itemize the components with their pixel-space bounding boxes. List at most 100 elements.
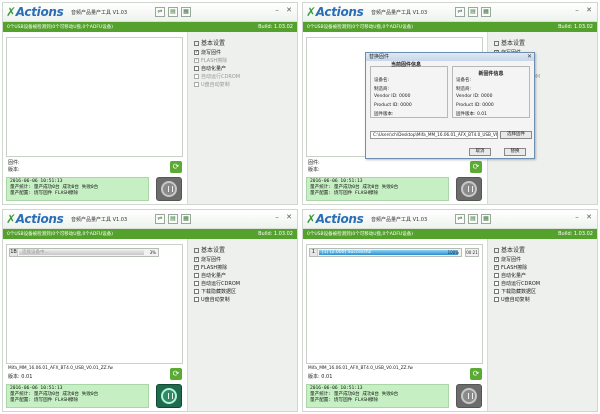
close-icon[interactable]: ✕ bbox=[285, 213, 293, 221]
document-icon[interactable]: ▤ bbox=[168, 214, 178, 224]
log-panel: 2016-06-06 10:51:13 量产统计: 量产成功0台 成功0台 失败… bbox=[306, 384, 449, 408]
settings-panel: 基本设置 ✓烧写固件 ✓FLASH擦除 自动化量产 自动运行CDROM U盘自动… bbox=[187, 32, 297, 204]
checkbox[interactable] bbox=[494, 280, 499, 286]
refresh-icon[interactable]: ⟳ bbox=[470, 368, 482, 380]
option-hidden-data[interactable]: 下载隐藏数据区 bbox=[194, 287, 240, 295]
option-auto-cdrom[interactable]: 自动运行CDROM bbox=[494, 279, 540, 287]
checkbox[interactable] bbox=[494, 296, 499, 302]
settings-panel: 基本设置 ✓ 烧写固件 ✓ FLASH擦除 自动化量产 自动运行CDROM 下载隐藏… bbox=[187, 239, 297, 411]
refresh-icon[interactable]: ⟳ bbox=[470, 161, 482, 173]
usb-icon[interactable]: ⇌ bbox=[155, 214, 165, 224]
option-udisk-copy[interactable]: U盘自动复制 bbox=[494, 295, 540, 303]
settings-icon[interactable]: ▦ bbox=[181, 214, 191, 224]
close-icon[interactable]: ✕ bbox=[585, 213, 593, 221]
app-window-success: ✗Actions 音频产品量产工具 V1.03 ⇌ ▤ ▦ – ✕ 0个USB设… bbox=[302, 209, 598, 412]
current-firmware-box: 当前固件信息 设备名: 制造商: Vendor ID: 0000 Product… bbox=[370, 62, 448, 118]
close-icon[interactable]: ✕ bbox=[285, 6, 293, 14]
option-hidden-data[interactable]: 下载隐藏数据区 bbox=[494, 287, 540, 295]
firmware-path-field[interactable]: C:\Users\ch\Desktop\Mifa_MM_16.06.01_AFX… bbox=[370, 131, 498, 139]
document-icon[interactable]: ▤ bbox=[168, 7, 178, 17]
option-flash-erase[interactable]: ✓FLASH擦除 bbox=[194, 56, 240, 64]
close-icon[interactable]: ✕ bbox=[585, 6, 593, 14]
option-auto-produce[interactable]: 自动化量产 bbox=[194, 64, 240, 72]
browse-firmware-button[interactable]: 选择固件 bbox=[500, 131, 532, 139]
field-device-name: 设备名: bbox=[374, 78, 390, 83]
usb-icon[interactable]: ⇌ bbox=[455, 214, 465, 224]
minimize-icon[interactable]: – bbox=[573, 213, 581, 221]
checkbox[interactable] bbox=[494, 272, 499, 278]
actions-logo: ✗Actions bbox=[6, 212, 64, 226]
settings-panel: 基本设置 ✓ 烧写固件 ✓ FLASH擦除 自动化量产 自动运行CDROM 下载隐藏… bbox=[487, 239, 597, 411]
log-panel: 2016-06-06 10:51:13 量产统计: 量产成功0台 成功0台 失败… bbox=[6, 177, 149, 201]
device-progress-row: 1 [1] (2.000) Successful 100% bbox=[309, 248, 462, 257]
device-list[interactable]: 1B 连接设备中... 3% bbox=[6, 244, 183, 364]
document-icon[interactable]: ▤ bbox=[468, 214, 478, 224]
option-auto-produce[interactable]: 自动化量产 bbox=[494, 271, 540, 279]
stop-button[interactable] bbox=[156, 384, 182, 408]
log-panel: 2016-06-06 10:51:13 量产统计: 量产成功0台 成功0台 失败… bbox=[6, 384, 149, 408]
checkbox[interactable]: ✓ bbox=[494, 264, 499, 270]
checkbox[interactable] bbox=[194, 272, 199, 278]
firmware-info: Mifa_MM_16.06.01_AFX_BT4.0_USB_V0.01_ZZ.… bbox=[6, 366, 184, 382]
title-bar: ✗Actions 音频产品量产工具 V1.03 ⇌ ▤ ▦ – ✕ bbox=[3, 3, 297, 22]
checkbox[interactable] bbox=[194, 296, 199, 302]
version-label: 版本: 0.01 bbox=[8, 374, 33, 380]
minimize-icon[interactable]: – bbox=[273, 6, 281, 14]
option-auto-cdrom[interactable]: 自动运行CDROM bbox=[194, 72, 240, 80]
checkbox[interactable] bbox=[194, 288, 199, 294]
checkbox[interactable]: ✓ bbox=[194, 264, 199, 270]
power-icon bbox=[461, 388, 477, 404]
checkbox[interactable] bbox=[194, 81, 199, 87]
settings-title: 基本设置 bbox=[201, 247, 226, 254]
progress-percent: 3% bbox=[149, 250, 156, 255]
document-icon[interactable]: ▤ bbox=[468, 7, 478, 17]
firmware-label: 固件: bbox=[8, 160, 20, 166]
start-button[interactable] bbox=[456, 384, 482, 408]
option-burn-firmware[interactable]: ✓烧写固件 bbox=[194, 255, 240, 263]
option-flash-erase[interactable]: ✓FLASH擦除 bbox=[194, 263, 240, 271]
minimize-icon[interactable]: – bbox=[273, 213, 281, 221]
settings-square-icon bbox=[494, 41, 499, 46]
checkbox[interactable]: ✓ bbox=[194, 256, 199, 262]
checkbox[interactable]: ✓ bbox=[194, 57, 199, 63]
device-list[interactable] bbox=[6, 37, 183, 157]
checkbox[interactable] bbox=[194, 65, 199, 71]
option-flash-erase[interactable]: ✓FLASH擦除 bbox=[494, 263, 540, 271]
option-burn-firmware[interactable]: ✓烧写固件 bbox=[194, 48, 240, 56]
option-udisk-copy[interactable]: U盘自动复制 bbox=[194, 295, 240, 303]
option-burn-firmware[interactable]: ✓烧写固件 bbox=[494, 255, 540, 263]
replace-firmware-dialog: 替换固件 ✕ 当前固件信息 设备名: 制造商: Vendor ID: 0000 … bbox=[365, 52, 535, 159]
replace-button[interactable]: 替换 bbox=[504, 148, 526, 156]
refresh-icon[interactable]: ⟳ bbox=[170, 368, 182, 380]
option-auto-cdrom[interactable]: 自动运行CDROM bbox=[194, 279, 240, 287]
usb-icon[interactable]: ⇌ bbox=[155, 7, 165, 17]
checkbox[interactable] bbox=[194, 73, 199, 79]
minimize-icon[interactable]: – bbox=[573, 6, 581, 14]
cancel-button[interactable]: 取消 bbox=[469, 148, 491, 156]
option-udisk-copy[interactable]: U盘自动复制 bbox=[194, 80, 240, 88]
field-firmware-version: 固件版本: 0.01 bbox=[456, 112, 487, 117]
progress-percent: 100% bbox=[447, 250, 459, 255]
field-vendor-id: Vendor ID: 0000 bbox=[456, 94, 493, 99]
settings-square-icon bbox=[194, 41, 199, 46]
status-bar: 0个USB设备被检测到(0个可移动U盘,0个ADFU设备) Build: 1.0… bbox=[303, 229, 597, 239]
settings-icon[interactable]: ▦ bbox=[481, 7, 491, 17]
checkbox[interactable] bbox=[194, 280, 199, 286]
checkbox[interactable] bbox=[494, 288, 499, 294]
device-list[interactable]: 1 [1] (2.000) Successful 100% 00:21 bbox=[306, 244, 483, 364]
log-panel: 2016-06-06 10:51:13 量产统计: 量产成功0台 成功0台 失败… bbox=[306, 177, 449, 201]
option-auto-produce[interactable]: 自动化量产 bbox=[194, 271, 240, 279]
refresh-icon[interactable]: ⟳ bbox=[170, 161, 182, 173]
checkbox[interactable]: ✓ bbox=[194, 49, 199, 55]
close-icon[interactable]: ✕ bbox=[527, 53, 532, 61]
settings-icon[interactable]: ▦ bbox=[481, 214, 491, 224]
usb-icon[interactable]: ⇌ bbox=[455, 7, 465, 17]
start-button[interactable] bbox=[456, 177, 482, 201]
log-config: 量产配置: 烧写固件 FLASH擦除 bbox=[10, 398, 79, 403]
settings-icon[interactable]: ▦ bbox=[181, 7, 191, 17]
start-button[interactable] bbox=[156, 177, 182, 201]
progress-text: [1] (2.000) Successful bbox=[322, 250, 372, 255]
build-label: Build: 1.03.02 bbox=[558, 231, 593, 237]
app-window-replace-dialog: ✗Actions 音频产品量产工具 V1.03 ⇌ ▤ ▦ – ✕ 0个USB设… bbox=[302, 2, 598, 205]
checkbox[interactable]: ✓ bbox=[494, 256, 499, 262]
